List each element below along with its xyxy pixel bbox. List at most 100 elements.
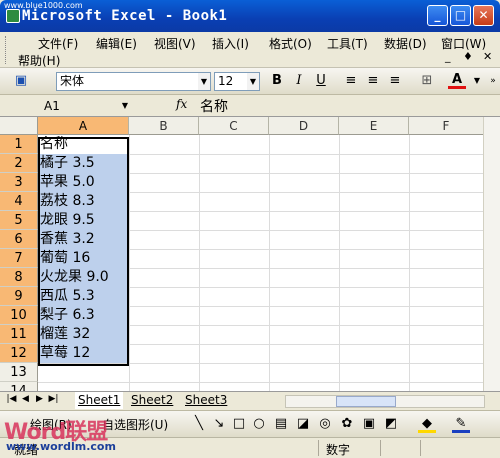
prev-sheet-button[interactable]: ◀ xyxy=(20,394,31,404)
close-button[interactable]: ✕ xyxy=(473,5,494,26)
formula-bar: A1 ▼ fx 名称 xyxy=(0,95,500,117)
tab-sheet1[interactable]: Sheet1 xyxy=(75,392,124,409)
cell-a2[interactable]: 橘子 3.5 xyxy=(39,154,128,173)
fill-color-icon[interactable]: ◆ xyxy=(418,415,436,433)
column-header-d[interactable]: D xyxy=(269,117,339,135)
row-header[interactable]: 1 xyxy=(0,135,38,154)
picture-icon[interactable]: ▣ xyxy=(360,415,378,433)
cell-a4[interactable]: 荔枝 8.3 xyxy=(39,192,128,211)
vertical-scrollbar[interactable] xyxy=(483,117,500,391)
maximize-button[interactable]: □ xyxy=(450,5,471,26)
menu-edit[interactable]: 编辑(E) xyxy=(96,35,137,52)
arrow-icon[interactable]: ↘ xyxy=(210,415,228,433)
row-header[interactable]: 5 xyxy=(0,211,38,230)
row-header[interactable]: 14 xyxy=(0,382,38,391)
image-icon[interactable]: ◩ xyxy=(382,415,400,433)
font-size-value: 12 xyxy=(218,74,234,88)
font-color-button[interactable]: A xyxy=(448,72,466,89)
scroll-thumb[interactable] xyxy=(336,396,396,407)
font-name-value: 宋体 xyxy=(60,74,85,88)
next-sheet-button[interactable]: ▶ xyxy=(34,394,45,404)
row-header[interactable]: 11 xyxy=(0,325,38,344)
status-divider xyxy=(420,440,421,456)
function-icon[interactable]: fx xyxy=(176,97,187,111)
menu-view[interactable]: 视图(V) xyxy=(154,35,196,52)
row-header[interactable]: 3 xyxy=(0,173,38,192)
toolbar-options-icon[interactable]: » xyxy=(484,72,500,90)
menu-file[interactable]: 文件(F) xyxy=(38,35,78,52)
align-center-icon[interactable]: ≡ xyxy=(364,72,382,90)
menu-data[interactable]: 数据(D) xyxy=(384,35,427,52)
menu-insert[interactable]: 插入(I) xyxy=(212,35,249,52)
cell-a8[interactable]: 火龙果 9.0 xyxy=(39,268,128,287)
doc-restore-button[interactable]: ♦ xyxy=(463,50,473,63)
autoshapes-button[interactable]: 自选图形(U) xyxy=(102,416,168,433)
tab-sheet2[interactable]: Sheet2 xyxy=(128,392,176,409)
row-header[interactable]: 8 xyxy=(0,268,38,287)
title-bar: www.blue1000.com Microsoft Excel - Book1… xyxy=(0,0,500,32)
name-box[interactable]: A1 ▼ xyxy=(44,97,130,115)
first-sheet-button[interactable]: |◀ xyxy=(6,394,17,404)
font-size-combo[interactable]: 12 ▼ xyxy=(214,72,260,91)
chevron-down-icon[interactable]: ▼ xyxy=(247,73,259,90)
menu-format[interactable]: 格式(O) xyxy=(269,35,312,52)
row-header[interactable]: 4 xyxy=(0,192,38,211)
doc-minimize-button[interactable]: _ xyxy=(445,50,451,63)
worksheet-grid[interactable]: A B C D E F 1 2 3 4 5 6 7 8 9 10 11 12 1… xyxy=(0,117,500,391)
chevron-down-icon[interactable]: ▼ xyxy=(122,97,128,115)
cell-a9[interactable]: 西瓜 5.3 xyxy=(39,287,128,306)
last-sheet-button[interactable]: ▶| xyxy=(48,394,59,404)
diagram-icon[interactable]: ◎ xyxy=(316,415,334,433)
column-header-e[interactable]: E xyxy=(339,117,409,135)
cell-a6[interactable]: 香蕉 3.2 xyxy=(39,230,128,249)
watermark-site: www.wordlm.com xyxy=(6,440,116,453)
row-header[interactable]: 13 xyxy=(0,363,38,382)
save-icon[interactable]: ▣ xyxy=(12,72,30,90)
minimize-button[interactable]: _ xyxy=(427,5,448,26)
row-header[interactable]: 6 xyxy=(0,230,38,249)
column-header-a[interactable]: A xyxy=(38,117,129,135)
bold-button[interactable]: B xyxy=(268,72,286,90)
cell-a7[interactable]: 葡萄 16 xyxy=(39,249,128,268)
underline-button[interactable]: U xyxy=(312,72,330,90)
line-icon[interactable]: ╲ xyxy=(190,415,208,433)
status-divider xyxy=(380,440,381,456)
column-header-c[interactable]: C xyxy=(199,117,269,135)
align-right-icon[interactable]: ≡ xyxy=(386,72,404,90)
formatting-toolbar: ▣ 宋体 ▼ 12 ▼ B I U ≡ ≡ ≡ ⊞ A ▼ » xyxy=(0,68,500,95)
textbox-icon[interactable]: ▤ xyxy=(272,415,290,433)
formula-input[interactable]: 名称 xyxy=(200,96,228,116)
chevron-down-icon[interactable]: ▼ xyxy=(198,73,210,90)
horizontal-scrollbar[interactable] xyxy=(285,395,485,408)
italic-button[interactable]: I xyxy=(290,72,308,90)
row-header[interactable]: 12 xyxy=(0,344,38,363)
select-all-corner[interactable] xyxy=(0,117,38,135)
tab-sheet3[interactable]: Sheet3 xyxy=(182,392,230,409)
borders-icon[interactable]: ⊞ xyxy=(418,72,436,90)
rectangle-icon[interactable]: □ xyxy=(230,415,248,433)
menu-tools[interactable]: 工具(T) xyxy=(327,35,368,52)
row-header[interactable]: 9 xyxy=(0,287,38,306)
cell-a1[interactable]: 名称 xyxy=(39,135,128,154)
cell-a5[interactable]: 龙眼 9.5 xyxy=(39,211,128,230)
clipart-icon[interactable]: ✿ xyxy=(338,415,356,433)
cell-a12[interactable]: 草莓 12 xyxy=(39,344,128,363)
cell-a11[interactable]: 榴莲 32 xyxy=(39,325,128,344)
grid-line xyxy=(38,363,500,364)
cell-a10[interactable]: 梨子 6.3 xyxy=(39,306,128,325)
row-header[interactable]: 10 xyxy=(0,306,38,325)
font-name-combo[interactable]: 宋体 ▼ xyxy=(56,72,211,91)
row-header[interactable]: 7 xyxy=(0,249,38,268)
column-header-b[interactable]: B xyxy=(129,117,199,135)
doc-close-button[interactable]: ✕ xyxy=(483,50,492,63)
menu-help[interactable]: 帮助(H) xyxy=(18,52,60,69)
oval-icon[interactable]: ○ xyxy=(250,415,268,433)
align-left-icon[interactable]: ≡ xyxy=(342,72,360,90)
line-color-icon[interactable]: ✎ xyxy=(452,415,470,433)
cell-a3[interactable]: 苹果 5.0 xyxy=(39,173,128,192)
status-mode: 数字 xyxy=(326,443,351,457)
row-header[interactable]: 2 xyxy=(0,154,38,173)
grid-line xyxy=(38,382,500,383)
column-header-f[interactable]: F xyxy=(409,117,484,135)
wordart-icon[interactable]: ◪ xyxy=(294,415,312,433)
